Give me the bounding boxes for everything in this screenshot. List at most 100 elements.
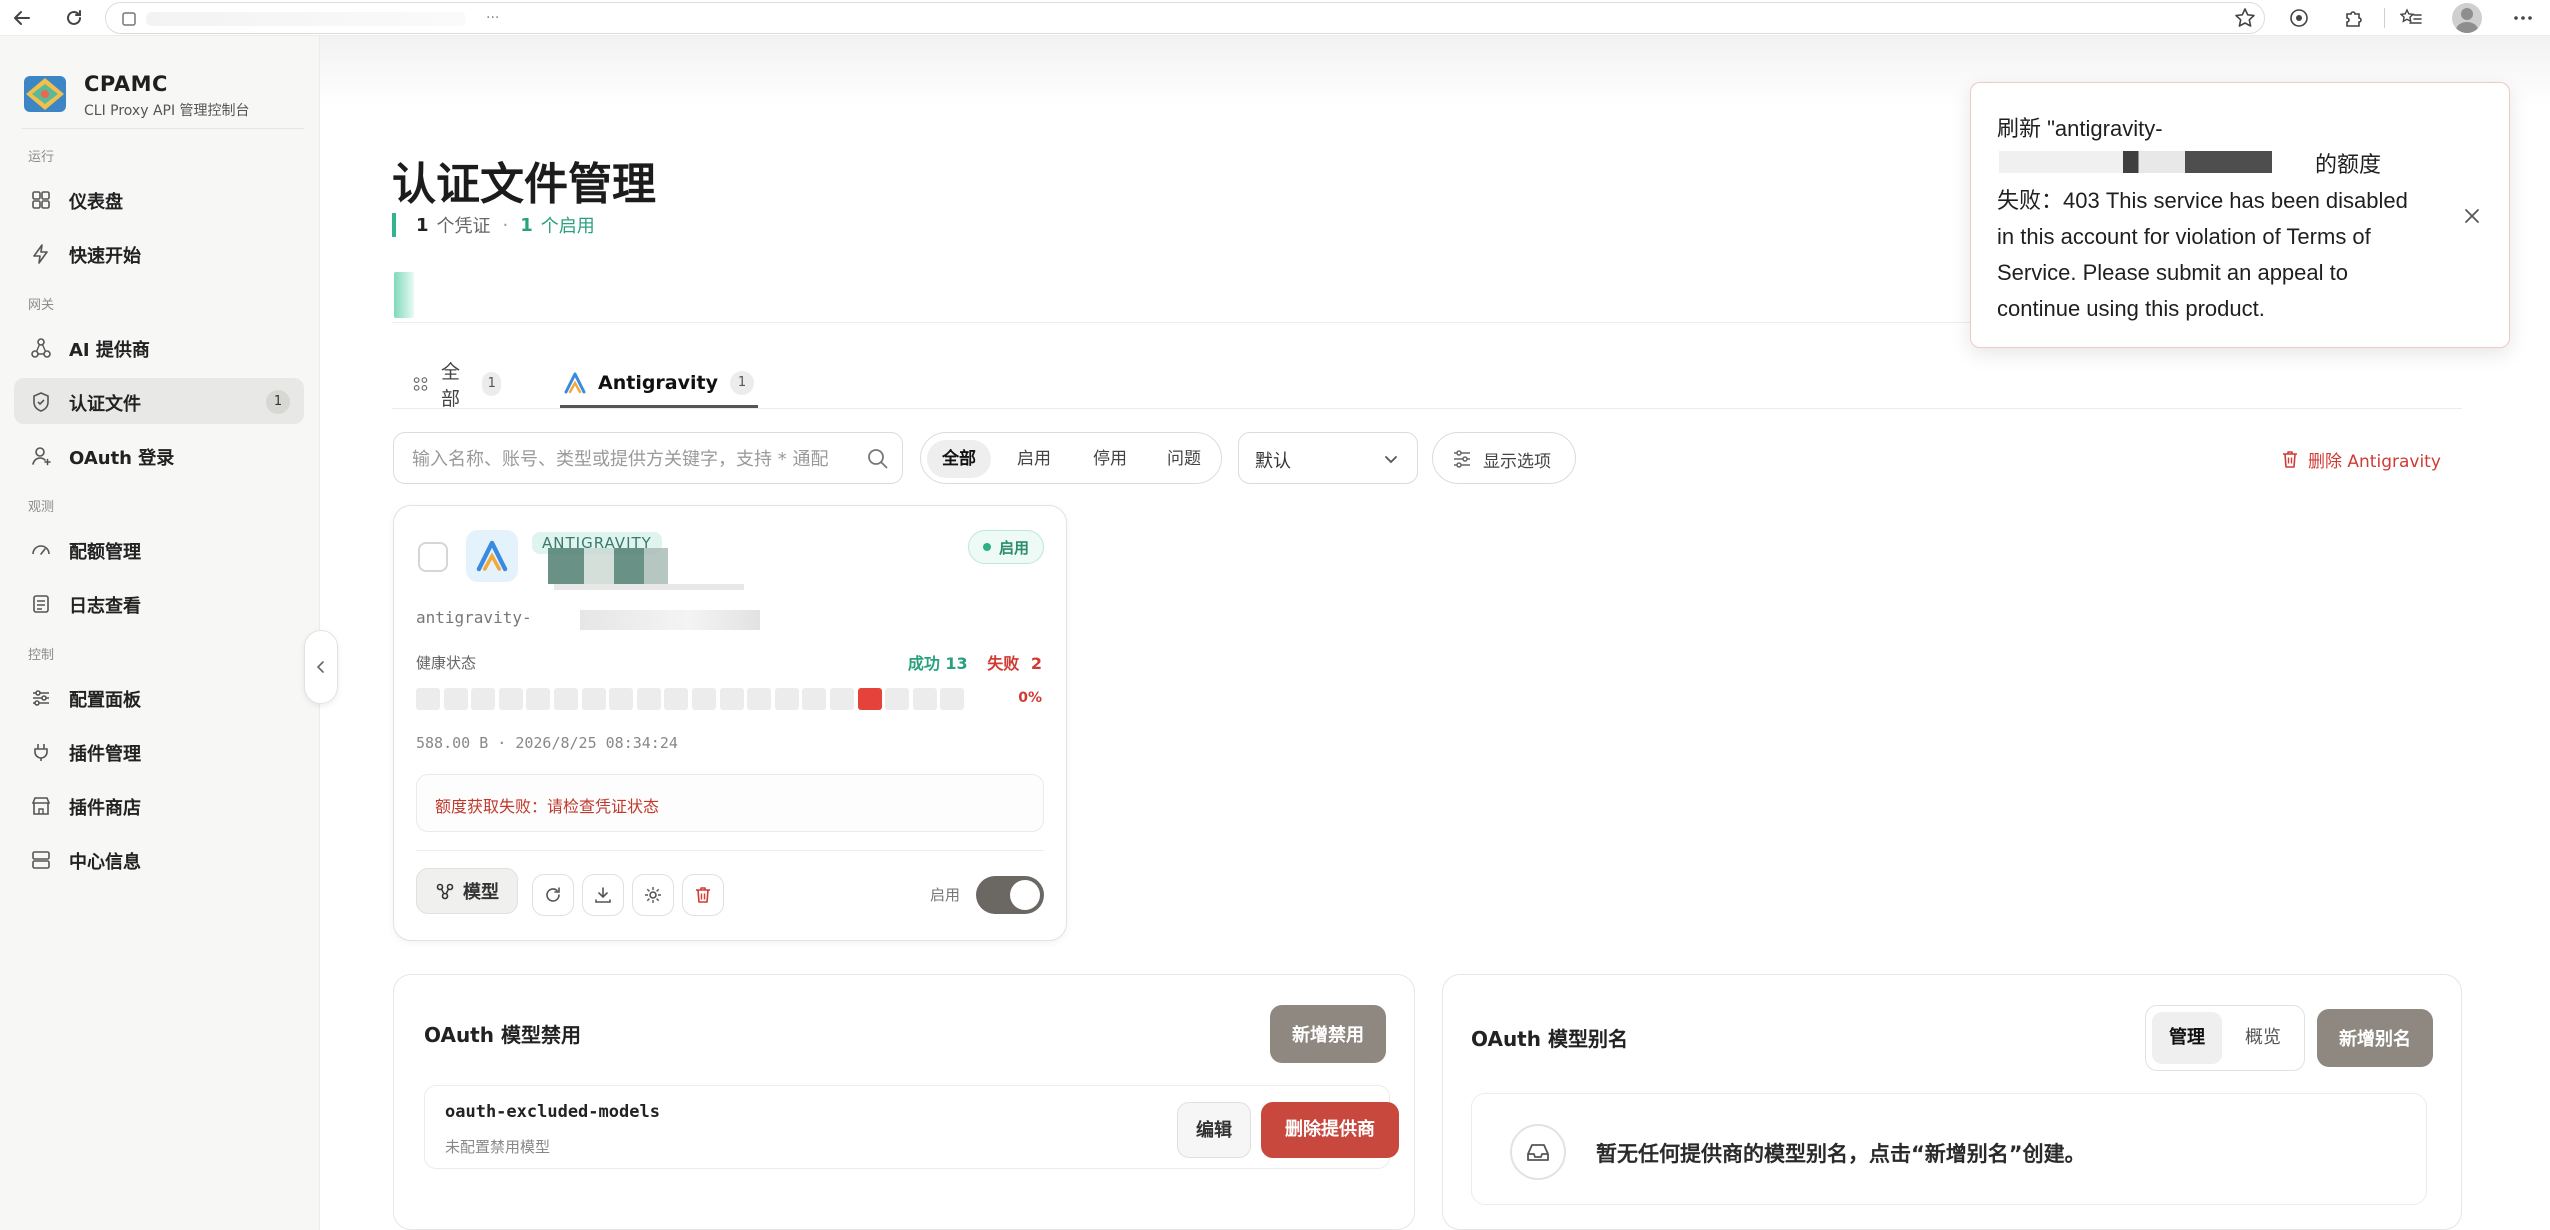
fail-label: 失败	[987, 654, 1020, 673]
status-label: 启用	[998, 538, 1029, 557]
delete-provider-button[interactable]: 删除提供商	[1261, 1102, 1399, 1158]
sidebar-item-label: 认证文件	[69, 394, 141, 415]
sidebar-item-quota[interactable]: 配额管理	[14, 526, 304, 572]
extension-icon[interactable]	[2282, 0, 2316, 36]
favorites-list-icon[interactable]	[2394, 0, 2428, 36]
download-button[interactable]	[582, 874, 624, 916]
health-cell	[829, 688, 854, 710]
sidebar-item-ai-providers[interactable]: AI 提供商	[14, 324, 304, 370]
models-label: 模型	[463, 882, 499, 903]
empty-state: 暂无任何提供商的模型别名，点击“新增别名”创建。	[1471, 1093, 2427, 1205]
error-toast: 刷新 "antigravity- 的额度 失败：403 This service…	[1970, 82, 2510, 348]
manage-tab[interactable]: 管理	[2152, 1012, 2222, 1064]
log-icon	[33, 595, 49, 613]
health-cell	[691, 688, 716, 710]
sidebar-item-auth-files[interactable]: 认证文件 1	[14, 378, 304, 424]
delete-provider-link[interactable]: 删除 Antigravity	[2280, 444, 2441, 474]
close-icon[interactable]	[2461, 205, 2483, 227]
redacted-email	[554, 584, 744, 590]
sidebar-item-oauth-login[interactable]: OAuth 登录	[14, 432, 304, 478]
back-arrow-icon[interactable]	[4, 0, 40, 36]
sidebar-item-label: 快速开始	[69, 246, 141, 267]
add-alias-button[interactable]: 新增别名	[2317, 1009, 2433, 1067]
profile-avatar[interactable]	[2450, 0, 2484, 36]
enable-toggle[interactable]	[976, 876, 1044, 914]
sidebar: CPAMC CLI Proxy API 管理控制台 运行 仪表盘 快速开始 网关…	[0, 36, 320, 1230]
toast-line-1: 刷新 "antigravity-	[1997, 116, 2163, 141]
favorite-star-icon[interactable]	[2228, 0, 2262, 36]
health-cell	[636, 688, 661, 710]
health-stats: 成功 13 失败 2	[908, 650, 1042, 674]
display-options-button[interactable]: 显示选项	[1432, 432, 1576, 484]
sort-select[interactable]: 默认	[1238, 432, 1418, 484]
sidebar-item-plugin-store[interactable]: 插件商店	[14, 782, 304, 828]
dashboard-icon	[32, 191, 50, 209]
health-bar	[416, 688, 968, 710]
credentials-count: 1	[416, 214, 429, 236]
sidebar-item-label: 配置面板	[69, 690, 141, 711]
antigravity-logo-icon	[564, 372, 586, 393]
sidebar-item-quickstart[interactable]: 快速开始	[14, 230, 304, 276]
sidebar-item-label: 仪表盘	[69, 192, 123, 213]
overview-tab[interactable]: 概览	[2228, 1012, 2298, 1064]
search-input[interactable]	[412, 445, 852, 473]
sidebar-item-center-info[interactable]: 中心信息	[14, 836, 304, 882]
sidebar-item-logs[interactable]: 日志查看	[14, 580, 304, 626]
health-cell	[719, 688, 744, 710]
tab-antigravity[interactable]: Antigravity 1	[560, 360, 758, 408]
summary-separator: ·	[502, 214, 509, 236]
oauth-alias-panel: OAuth 模型别名 管理 概览 新增别名 暂无任何提供商的模型别名，点击“新增…	[1442, 974, 2462, 1230]
divider	[416, 850, 1044, 851]
redacted-file-name	[580, 610, 760, 630]
search-field[interactable]	[393, 432, 903, 484]
sidebar-item-config[interactable]: 配置面板	[14, 674, 304, 720]
models-icon	[436, 883, 454, 900]
chevron-down-icon	[1385, 456, 1397, 464]
file-name: antigravity-	[416, 608, 532, 627]
filter-all-button[interactable]: 全部	[927, 440, 991, 478]
fail-count: 2	[1030, 654, 1042, 673]
sidebar-item-label: OAuth 登录	[69, 448, 175, 469]
filter-issues-button[interactable]: 问题	[1149, 440, 1219, 478]
models-button[interactable]: 模型	[416, 868, 518, 914]
sidebar-item-label: 中心信息	[69, 852, 141, 873]
settings-button[interactable]	[632, 874, 674, 916]
refresh-button[interactable]	[532, 874, 574, 916]
health-cell	[802, 688, 827, 710]
enable-label: 启用	[930, 886, 961, 904]
puzzle-icon[interactable]	[2336, 0, 2370, 36]
trash-icon	[696, 887, 710, 903]
tab-count: 1	[482, 372, 502, 396]
page-info-icon[interactable]	[120, 10, 138, 28]
sidebar-item-count-badge: 1	[266, 390, 290, 414]
tab-label: 全部	[441, 361, 461, 410]
brand[interactable]: CPAMC CLI Proxy API 管理控制台	[22, 66, 302, 122]
health-cell	[443, 688, 468, 710]
add-excluded-button[interactable]: 新增禁用	[1270, 1005, 1386, 1063]
panel-title: OAuth 模型禁用	[424, 1023, 581, 1047]
sidebar-collapse-button[interactable]	[304, 630, 338, 704]
server-icon	[32, 851, 50, 869]
reload-icon[interactable]	[56, 0, 92, 36]
filter-disabled-button[interactable]: 停用	[1075, 440, 1145, 478]
credentials-label: 个凭证	[436, 216, 491, 237]
health-cell	[526, 688, 551, 710]
section-label-gateway: 网关	[28, 298, 55, 313]
tab-all[interactable]: 全部 1	[412, 360, 502, 410]
more-menu-icon[interactable]	[2506, 0, 2540, 36]
filter-enabled-button[interactable]: 启用	[999, 440, 1069, 478]
health-cell	[609, 688, 634, 710]
delete-button[interactable]	[682, 874, 724, 916]
inbox-icon	[1510, 1124, 1566, 1180]
tab-count: 1	[729, 370, 754, 395]
select-checkbox[interactable]	[418, 542, 448, 572]
success-label: 成功	[907, 654, 940, 673]
brand-logo-icon	[24, 76, 66, 112]
edit-button[interactable]: 编辑	[1177, 1102, 1251, 1158]
address-bar[interactable]: ...	[105, 2, 2265, 34]
sidebar-item-plugins[interactable]: 插件管理	[14, 728, 304, 774]
bolt-icon	[33, 244, 48, 264]
sidebar-item-dashboard[interactable]: 仪表盘	[14, 176, 304, 222]
browser-toolbar: ...	[0, 0, 2550, 36]
auth-file-card: ANTIGRAVITY 启用 antigravity- 健康状态 成功 13 失…	[393, 505, 1067, 941]
